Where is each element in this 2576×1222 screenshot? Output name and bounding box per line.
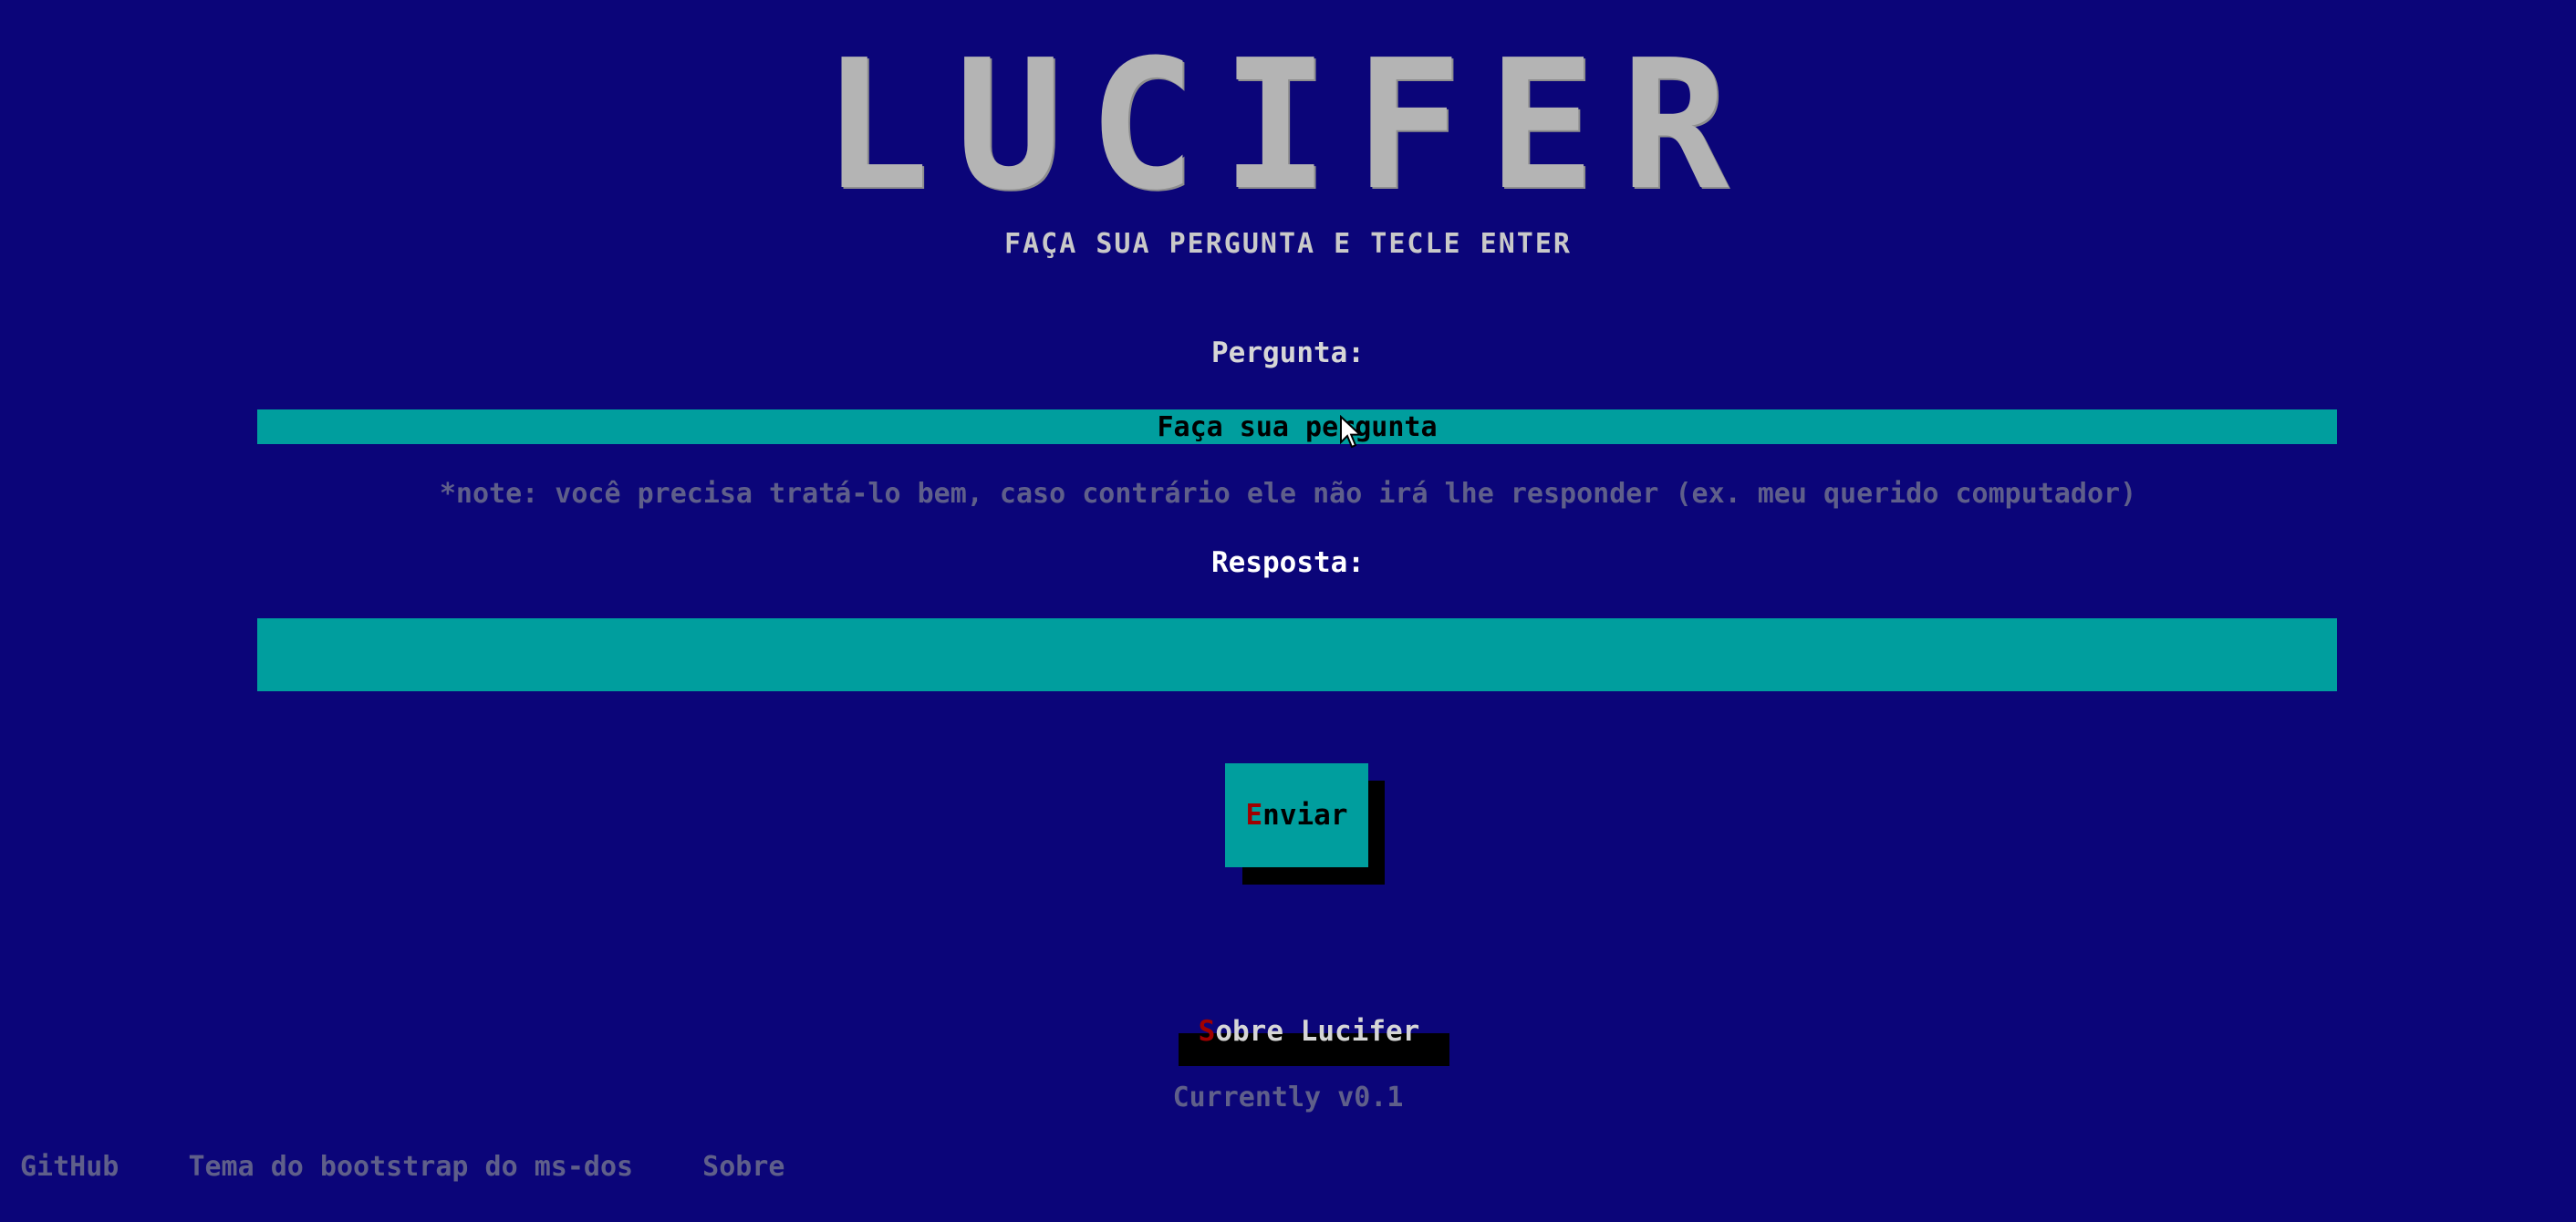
send-button[interactable]: Enviar: [1225, 763, 1368, 867]
page-subtitle: FAÇA SUA PERGUNTA E TECLE ENTER: [1004, 228, 1572, 260]
question-label: Pergunta:: [1211, 337, 1365, 369]
answer-label: Resposta:: [1211, 546, 1365, 579]
version-text: Currently v0.1: [1172, 1082, 1404, 1113]
footer-link-github[interactable]: GitHub: [20, 1151, 119, 1183]
about-link-label: obre Lucifer: [1215, 1015, 1420, 1048]
mouse-pointer-icon: [1340, 415, 1363, 449]
app-logo: LUCIFER: [821, 22, 1754, 230]
about-link-hotkey: S: [1198, 1015, 1216, 1048]
answer-output: [257, 618, 2337, 691]
footer-link-theme[interactable]: Tema do bootstrap do ms-dos: [188, 1151, 633, 1183]
usage-note: *note: você precisa tratá-lo bem, caso c…: [439, 478, 2137, 510]
send-button-label: nviar: [1262, 799, 1348, 832]
about-lucifer-link[interactable]: Sobre Lucifer: [1177, 1013, 1441, 1050]
footer-link-about[interactable]: Sobre: [702, 1151, 784, 1183]
question-input[interactable]: [257, 409, 2337, 444]
send-button-hotkey: E: [1245, 799, 1263, 832]
footer-nav: GitHub Tema do bootstrap do ms-dos Sobre: [20, 1151, 837, 1183]
